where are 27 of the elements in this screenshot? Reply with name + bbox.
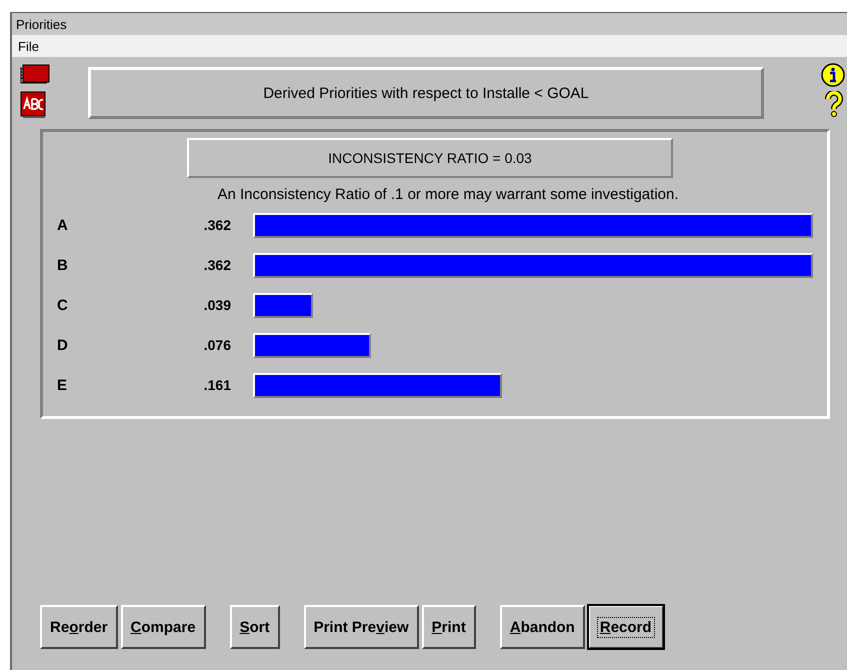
book-icon[interactable] — [20, 63, 50, 85]
criterion-label: B — [56, 256, 69, 274]
action-button[interactable]: Print — [422, 605, 476, 649]
inconsistency-ratio: INCONSISTENCY RATIO = 0.03 — [328, 150, 532, 166]
priority-value: .362 — [202, 217, 231, 233]
action-button[interactable]: Record — [588, 605, 664, 649]
action-button[interactable]: Sort — [230, 605, 280, 649]
inconsistency-note: An Inconsistency Ratio of .1 or more may warrant some investigation. — [216, 186, 680, 203]
criterion-label: C — [56, 296, 69, 314]
info-icon[interactable] — [821, 63, 845, 87]
action-button[interactable]: Compare — [120, 605, 206, 649]
priority-value: .362 — [202, 257, 231, 273]
criterion-label: D — [56, 336, 69, 354]
criterion-label: A — [56, 216, 69, 234]
action-button[interactable]: Reorder — [40, 605, 118, 649]
menu-item[interactable]: File — [12, 38, 45, 54]
spellcheck-icon[interactable] — [20, 91, 46, 119]
criterion-label: E — [56, 376, 68, 394]
priority-value: .039 — [202, 297, 231, 313]
priority-value: .076 — [202, 337, 231, 353]
help-icon[interactable] — [823, 91, 845, 117]
priority-bar — [253, 292, 314, 318]
header-title: Derived Priorities with respect to Installe < GOAL — [263, 84, 589, 102]
action-button[interactable]: Print Preview — [304, 605, 419, 649]
window-title: Priorities — [16, 16, 67, 32]
priority-value: .161 — [202, 377, 231, 393]
action-button[interactable]: Abandon — [500, 605, 585, 649]
